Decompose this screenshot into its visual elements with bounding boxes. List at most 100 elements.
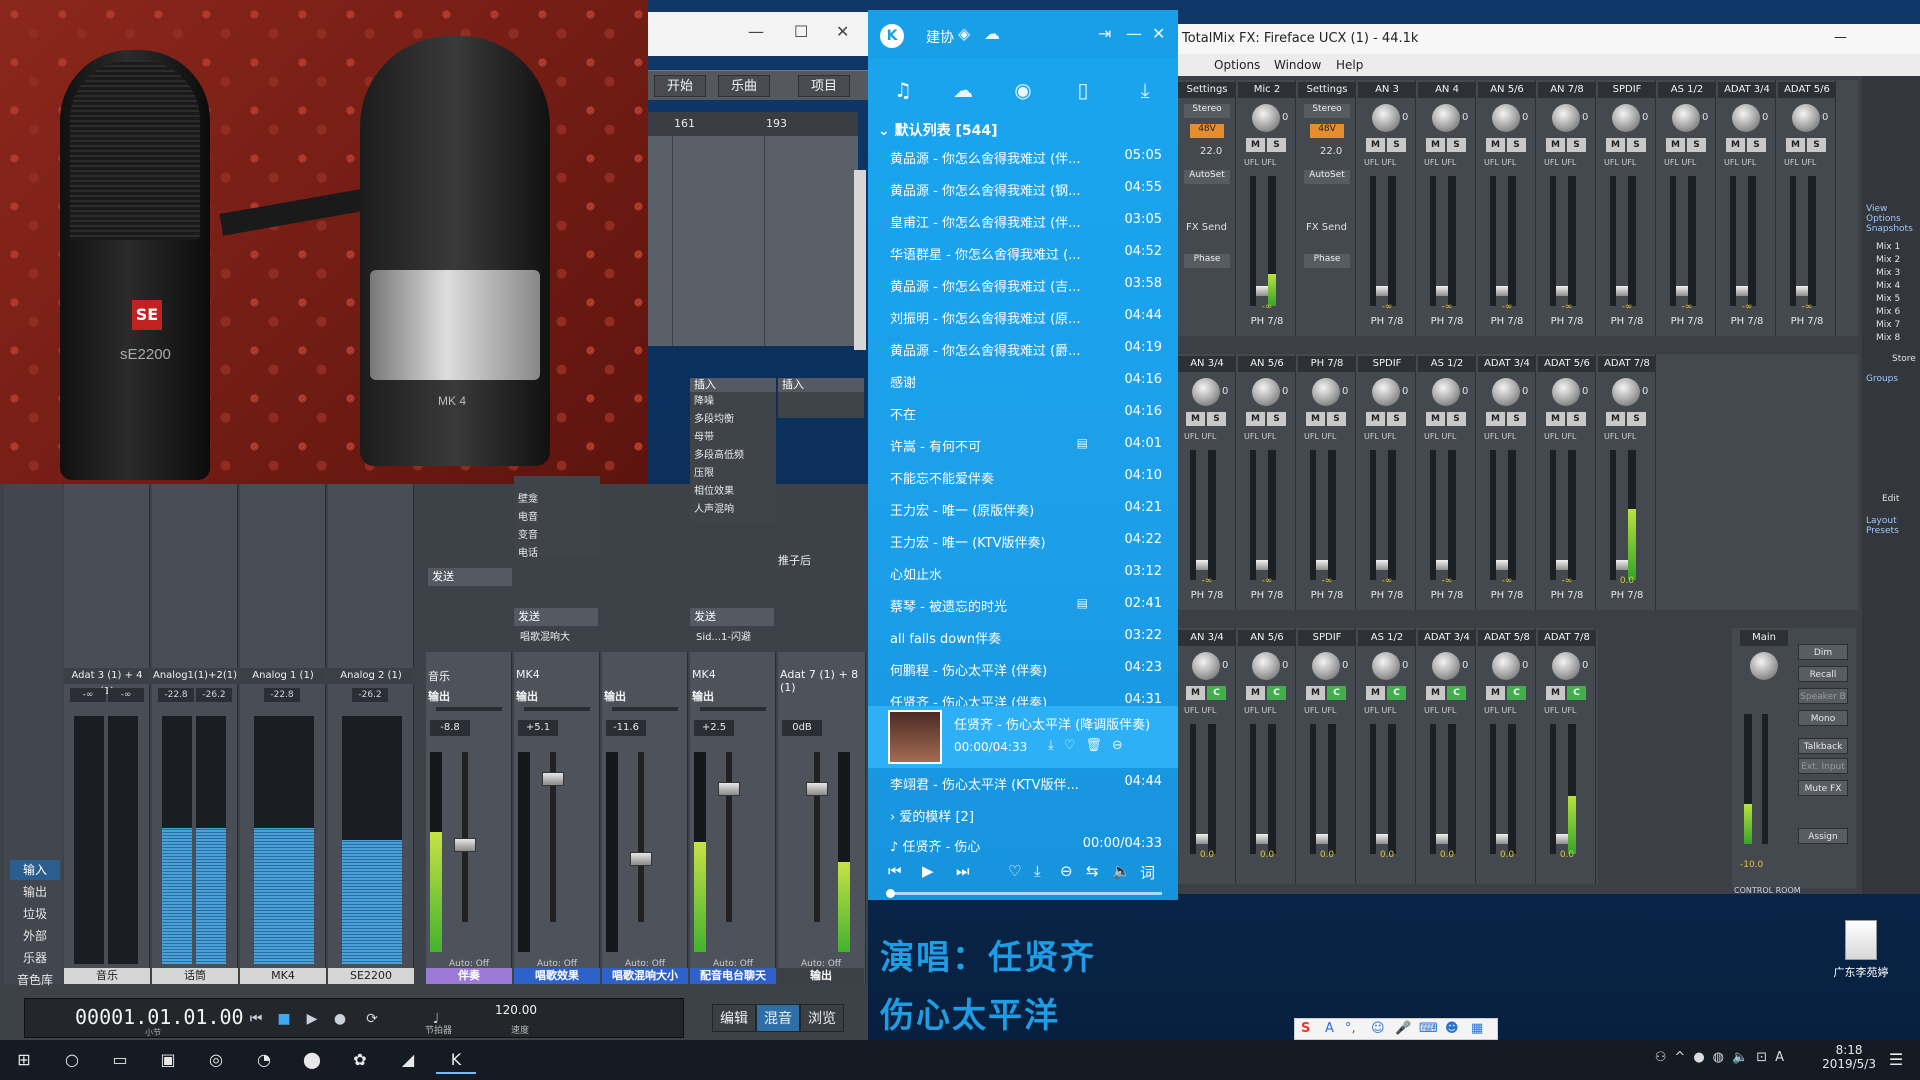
solo-button[interactable]: S [1327,412,1346,426]
channel-fader[interactable] [1430,724,1454,854]
tray-record-icon[interactable]: ● [1693,1050,1712,1065]
send-item[interactable]: 唱歌混响大 [520,628,570,643]
strip-label[interactable]: SE2200 [328,968,414,984]
mute-button[interactable]: M [1366,686,1385,700]
search-icon[interactable]: ○ [52,1046,92,1074]
channel-fader[interactable] [1490,724,1514,854]
solo-button[interactable]: S [1507,138,1526,152]
channel-fader[interactable] [1550,724,1574,854]
mute-button[interactable]: M [1546,138,1565,152]
delete-icon[interactable]: 🗑 [1085,738,1112,753]
store-button[interactable]: Store [1892,354,1916,364]
channel-routing[interactable]: PH 7/8 [1238,590,1296,601]
phase-button[interactable]: Phase [1184,254,1230,268]
file-explorer-icon[interactable]: ▣ [148,1046,188,1074]
nav-input[interactable]: 输入 [10,860,60,880]
studio-one-icon[interactable]: ◢ [388,1046,428,1074]
edit-button[interactable]: Edit [1882,494,1899,504]
solo-button[interactable]: S [1447,138,1466,152]
menu-window[interactable]: Window [1274,58,1321,72]
solo-button[interactable]: S [1627,412,1646,426]
brain-app-icon[interactable]: ✿ [340,1046,380,1074]
menu-options[interactable]: Options [1214,58,1260,72]
autoset-button[interactable]: AutoSet [1304,170,1350,184]
cloud-icon[interactable]: ☁ [984,24,1000,43]
song-row[interactable]: all falls down伴奏 03:22 [868,620,1178,652]
channel-routing[interactable]: PH 7/8 [1358,316,1416,327]
solo-button[interactable]: S [1447,412,1466,426]
mute-button[interactable]: M [1546,412,1565,426]
time-display[interactable]: 00001.01.01.00 [75,1005,244,1029]
channel-fader[interactable] [1250,724,1274,854]
channel-fader[interactable] [1670,176,1694,306]
song-button[interactable]: 乐曲 [718,75,771,97]
strip-label[interactable]: 话筒 [152,968,238,984]
layout-presets-header[interactable]: Layout Presets [1862,516,1920,536]
channel-label[interactable]: 配音电台聊天 [690,968,776,984]
nav-sound-library[interactable]: 音色库 [10,970,60,990]
pan-knob[interactable] [1252,652,1280,680]
channel-fader[interactable] [1190,450,1214,580]
previous-icon[interactable]: ⏮ [888,862,902,880]
start-button[interactable]: 开始 [654,75,707,97]
channel-label[interactable]: 唱歌效果 [514,968,600,984]
pan-knob[interactable] [1492,378,1520,406]
insert-item[interactable]: 相位效果 [694,484,734,500]
song-row[interactable]: 皇甫江 - 你怎么舍得我难过 (伴... 03:05 [868,204,1178,236]
download-icon[interactable]: ⤓ [1034,862,1041,880]
dim-button[interactable]: Dim [1798,644,1848,660]
send-header[interactable]: 发送 [428,568,512,586]
mute-button[interactable]: M [1606,138,1625,152]
vertical-scrollbar[interactable] [854,170,866,350]
strip-label[interactable]: MK4 [240,968,326,984]
song-row[interactable]: 黄品源 - 你怎么舍得我难过 (吉... 03:58 [868,268,1178,300]
channel-routing[interactable]: PH 7/8 [1658,316,1716,327]
channel-routing[interactable]: PH 7/8 [1598,316,1656,327]
snapshot-mix[interactable]: Mix 6 [1876,307,1900,317]
view-options-header[interactable]: View Options [1862,204,1920,224]
song-row[interactable]: 华语群星 - 你怎么舍得我难过 (... 04:52 [868,236,1178,268]
channel-fader[interactable] [1790,176,1814,306]
channel-fader[interactable] [1550,176,1574,306]
more-icon[interactable]: ⊖ [1112,738,1133,753]
speaker-b-button[interactable]: Speaker B [1798,688,1848,704]
progress-handle[interactable] [886,889,895,898]
pan-knob[interactable] [1372,378,1400,406]
pan-knob[interactable] [1432,378,1460,406]
cue-button[interactable]: C [1327,686,1346,700]
nav-trash[interactable]: 垃圾 [10,904,60,924]
channel-routing[interactable]: PH 7/8 [1418,316,1476,327]
insert-item[interactable]: 母带 [694,430,714,446]
channel-fader[interactable] [1430,450,1454,580]
channel-fader[interactable] [1370,176,1394,306]
song-row[interactable]: 王力宏 - 唯一 (原版伴奏) 04:21 [868,492,1178,524]
timeline-ruler[interactable]: 161 193 [648,112,858,136]
record-app-icon[interactable]: ⬤ [292,1046,332,1074]
solo-button[interactable]: S [1567,138,1586,152]
mute-button[interactable]: M [1546,686,1565,700]
solo-button[interactable]: S [1507,412,1526,426]
mute-button[interactable]: M [1666,138,1685,152]
punctuation-icon[interactable]: °, [1345,1021,1356,1036]
minimize-icon[interactable]: — [748,22,764,41]
pan-knob[interactable] [1192,378,1220,406]
song-row[interactable]: 李翊君 - 伤心太平洋 (KTV版伴... 04:44 [868,766,1178,798]
user-icon[interactable]: ☻ [1445,1021,1459,1036]
mute-button[interactable]: M [1186,412,1205,426]
pan-knob[interactable] [1372,104,1400,132]
send-item[interactable]: Sid...1-闪避 [696,628,751,643]
phase-button[interactable]: Phase [1304,254,1350,268]
mute-button[interactable]: M [1606,412,1625,426]
pan-slider[interactable] [612,707,678,711]
channel-fader[interactable] [1250,450,1274,580]
pan-knob[interactable] [1492,104,1520,132]
pan-knob[interactable] [1552,104,1580,132]
vip-icon[interactable]: ◈ [958,24,970,43]
fader-knob[interactable] [806,782,828,796]
song-row[interactable]: 王力宏 - 唯一 (KTV版伴奏) 04:22 [868,524,1178,556]
stop-icon[interactable]: ■ [273,1008,295,1030]
channel-fader[interactable] [1190,724,1214,854]
mute-button[interactable]: M [1786,138,1805,152]
close-icon[interactable]: ✕ [836,22,849,41]
minimize-icon[interactable]: — [1834,30,1847,45]
